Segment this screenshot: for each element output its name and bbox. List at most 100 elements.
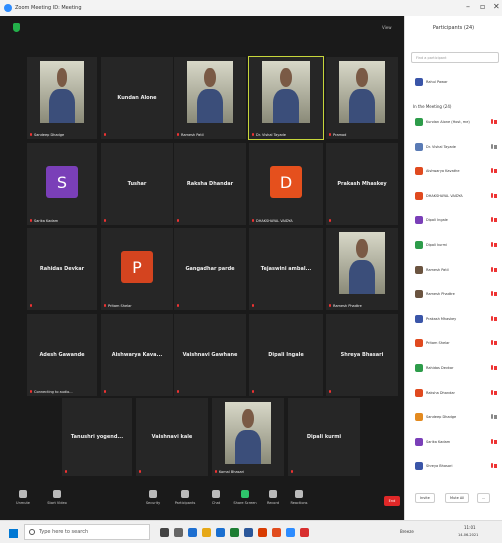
reactions-button[interactable]: Reactions	[284, 490, 314, 505]
participants-button[interactable]: Participants	[170, 490, 200, 505]
participant-tile[interactable]: Rahidas Devkar	[27, 228, 97, 310]
participant-tile[interactable]: Komal Bhasari	[212, 398, 284, 476]
participant-tile[interactable]: S Sarika Kadam	[27, 143, 97, 225]
participant-tile[interactable]: Sandeep Dhadge	[27, 57, 97, 139]
muted-mic-video-icon[interactable]	[491, 365, 497, 371]
participant-list-item[interactable]: Dipali Ingale	[411, 212, 502, 228]
participant-tile[interactable]: Dipali kurmi	[288, 398, 360, 476]
minimize-icon[interactable]: –	[466, 2, 470, 11]
participant-list-item[interactable]: Prakash Mhaskey	[411, 311, 502, 327]
muted-mic-video-icon[interactable]	[491, 315, 497, 322]
muted-mic-video-icon[interactable]	[491, 389, 497, 396]
muted-mic-video-icon[interactable]	[491, 438, 497, 445]
share-screen-button[interactable]: Share Screen	[230, 490, 260, 505]
clock-date[interactable]: 14-06-2021	[458, 533, 478, 537]
muted-mic-video-icon[interactable]	[491, 143, 497, 150]
participant-search-input[interactable]: Find a participant	[411, 52, 499, 63]
participant-list-item[interactable]: Aishwarya Kavathe	[411, 163, 502, 179]
file-explorer-icon[interactable]	[202, 528, 211, 537]
muted-mic-video-icon[interactable]	[491, 463, 497, 469]
pdf-reader-icon[interactable]	[300, 528, 309, 537]
muted-mic-icon	[251, 304, 255, 308]
windows-start-icon[interactable]	[9, 529, 18, 538]
start-video-button[interactable]: Start Video	[42, 490, 72, 505]
participant-tile[interactable]: Prakash Mhaskey	[326, 143, 398, 225]
participant-tile[interactable]: Aishwarya Kava...	[101, 314, 173, 396]
participant-tile[interactable]: Adesh Gawande Connecting to audio...	[27, 314, 97, 396]
muted-mic-video-icon[interactable]	[491, 414, 497, 420]
cortana-icon[interactable]	[160, 528, 169, 537]
zoom-taskbar-icon[interactable]	[286, 528, 295, 537]
participant-tile[interactable]: Vaishnavi kale	[136, 398, 208, 476]
participant-tile[interactable]: Ramesh Patil	[174, 57, 246, 139]
close-icon[interactable]: ✕	[493, 2, 500, 11]
muted-mic-video-icon[interactable]	[491, 119, 497, 125]
muted-mic-video-icon[interactable]	[491, 192, 497, 199]
participant-list-item[interactable]: Shreya Bhasari	[411, 458, 502, 474]
muted-mic-video-icon[interactable]	[491, 242, 497, 248]
participant-list-item[interactable]: Sarika Kadam	[411, 434, 502, 450]
participant-name: Shreya Bhasari	[340, 352, 384, 358]
muted-mic-video-icon[interactable]	[491, 266, 497, 273]
video-camera-icon	[53, 490, 61, 498]
task-view-icon[interactable]	[174, 528, 183, 537]
participant-list-item[interactable]: Dipali kurmi	[411, 237, 502, 253]
participant-list-item[interactable]: Pritam Shelar	[411, 335, 502, 351]
participant-list-item[interactable]: Kundan Alone (Host, me)	[411, 114, 502, 130]
participant-tile[interactable]: Tejaswini ambal...	[249, 228, 323, 310]
muted-mic-video-icon[interactable]	[491, 340, 497, 346]
muted-mic-video-icon[interactable]	[491, 217, 497, 223]
muted-mic-icon	[29, 390, 33, 394]
participant-tile[interactable]: Kundan Alone	[101, 57, 173, 139]
participant-tile[interactable]: Dr. Vishal Tayade	[248, 56, 324, 140]
store-icon[interactable]	[216, 528, 225, 537]
taskbar-search-input[interactable]: Type here to search	[24, 524, 150, 540]
firefox-icon[interactable]	[272, 528, 281, 537]
participant-tile[interactable]: Vaishnavi Gawhane	[174, 314, 246, 396]
encryption-shield-icon[interactable]	[13, 23, 20, 32]
participant-list-item[interactable]: Rahidas Devkar	[411, 360, 502, 376]
muted-mic-video-icon[interactable]	[491, 291, 497, 297]
word-icon[interactable]	[244, 528, 253, 537]
security-button[interactable]: Security	[138, 490, 168, 505]
participant-tile[interactable]: Dipali Ingale	[249, 314, 323, 396]
view-button[interactable]: View	[382, 25, 392, 30]
participant-tile[interactable]: Ramesh Phadtre	[326, 228, 398, 310]
invite-button[interactable]: Invite	[415, 493, 435, 503]
in-meeting-header[interactable]: In the Meeting (24)	[413, 104, 451, 109]
avatar	[415, 314, 423, 323]
unmute-button[interactable]: Unmute	[8, 490, 38, 505]
weather-status[interactable]: Breeze	[400, 529, 414, 534]
participant-list-item[interactable]: Dr. Vishal Tayade	[411, 139, 502, 155]
person-head	[56, 68, 68, 88]
chat-button[interactable]: Chat	[201, 490, 231, 505]
participant-tile[interactable]: D DHAKSHAYAL VAIDYA	[249, 143, 323, 225]
muted-mic-icon	[176, 219, 180, 223]
maximize-icon[interactable]: ▫	[480, 2, 485, 11]
participant-list-item[interactable]: Ramesh Phadtre	[411, 286, 502, 302]
participant-list-item[interactable]: DHAKSHAYAL VAIDYA	[411, 188, 502, 204]
mute-all-button[interactable]: Mute All	[445, 493, 470, 503]
muted-mic-icon	[103, 390, 107, 394]
more-options-button[interactable]: ...	[477, 493, 491, 503]
avatar	[415, 142, 423, 151]
participant-list-item[interactable]: Ramesh Patil	[411, 262, 502, 278]
excel-icon[interactable]	[230, 528, 239, 537]
waiting-room-item[interactable]: Rahul Pawar	[411, 74, 502, 90]
participant-list-item[interactable]: Raksha Dhandar	[411, 385, 502, 401]
clock-time[interactable]: 11:01	[464, 525, 476, 530]
participant-list-item[interactable]: Sandeep Dhadge	[411, 409, 502, 425]
powerpoint-icon[interactable]	[258, 528, 267, 537]
muted-mic-icon	[251, 219, 255, 223]
participant-tile[interactable]: P Pritam Shelar	[101, 228, 173, 310]
avatar	[415, 437, 423, 446]
edge-icon[interactable]	[188, 528, 197, 537]
muted-mic-video-icon[interactable]	[491, 168, 497, 174]
participant-tile[interactable]: Pramod	[326, 57, 398, 139]
participant-tile[interactable]: Tanushri yogend...	[62, 398, 132, 476]
participant-tile[interactable]: Raksha Dhandar	[174, 143, 246, 225]
participant-tile[interactable]: Shreya Bhasari	[326, 314, 398, 396]
participant-tile[interactable]: Gangadhar parde	[174, 228, 246, 310]
end-meeting-button[interactable]: End	[384, 496, 400, 506]
participant-tile[interactable]: Tushar	[101, 143, 173, 225]
